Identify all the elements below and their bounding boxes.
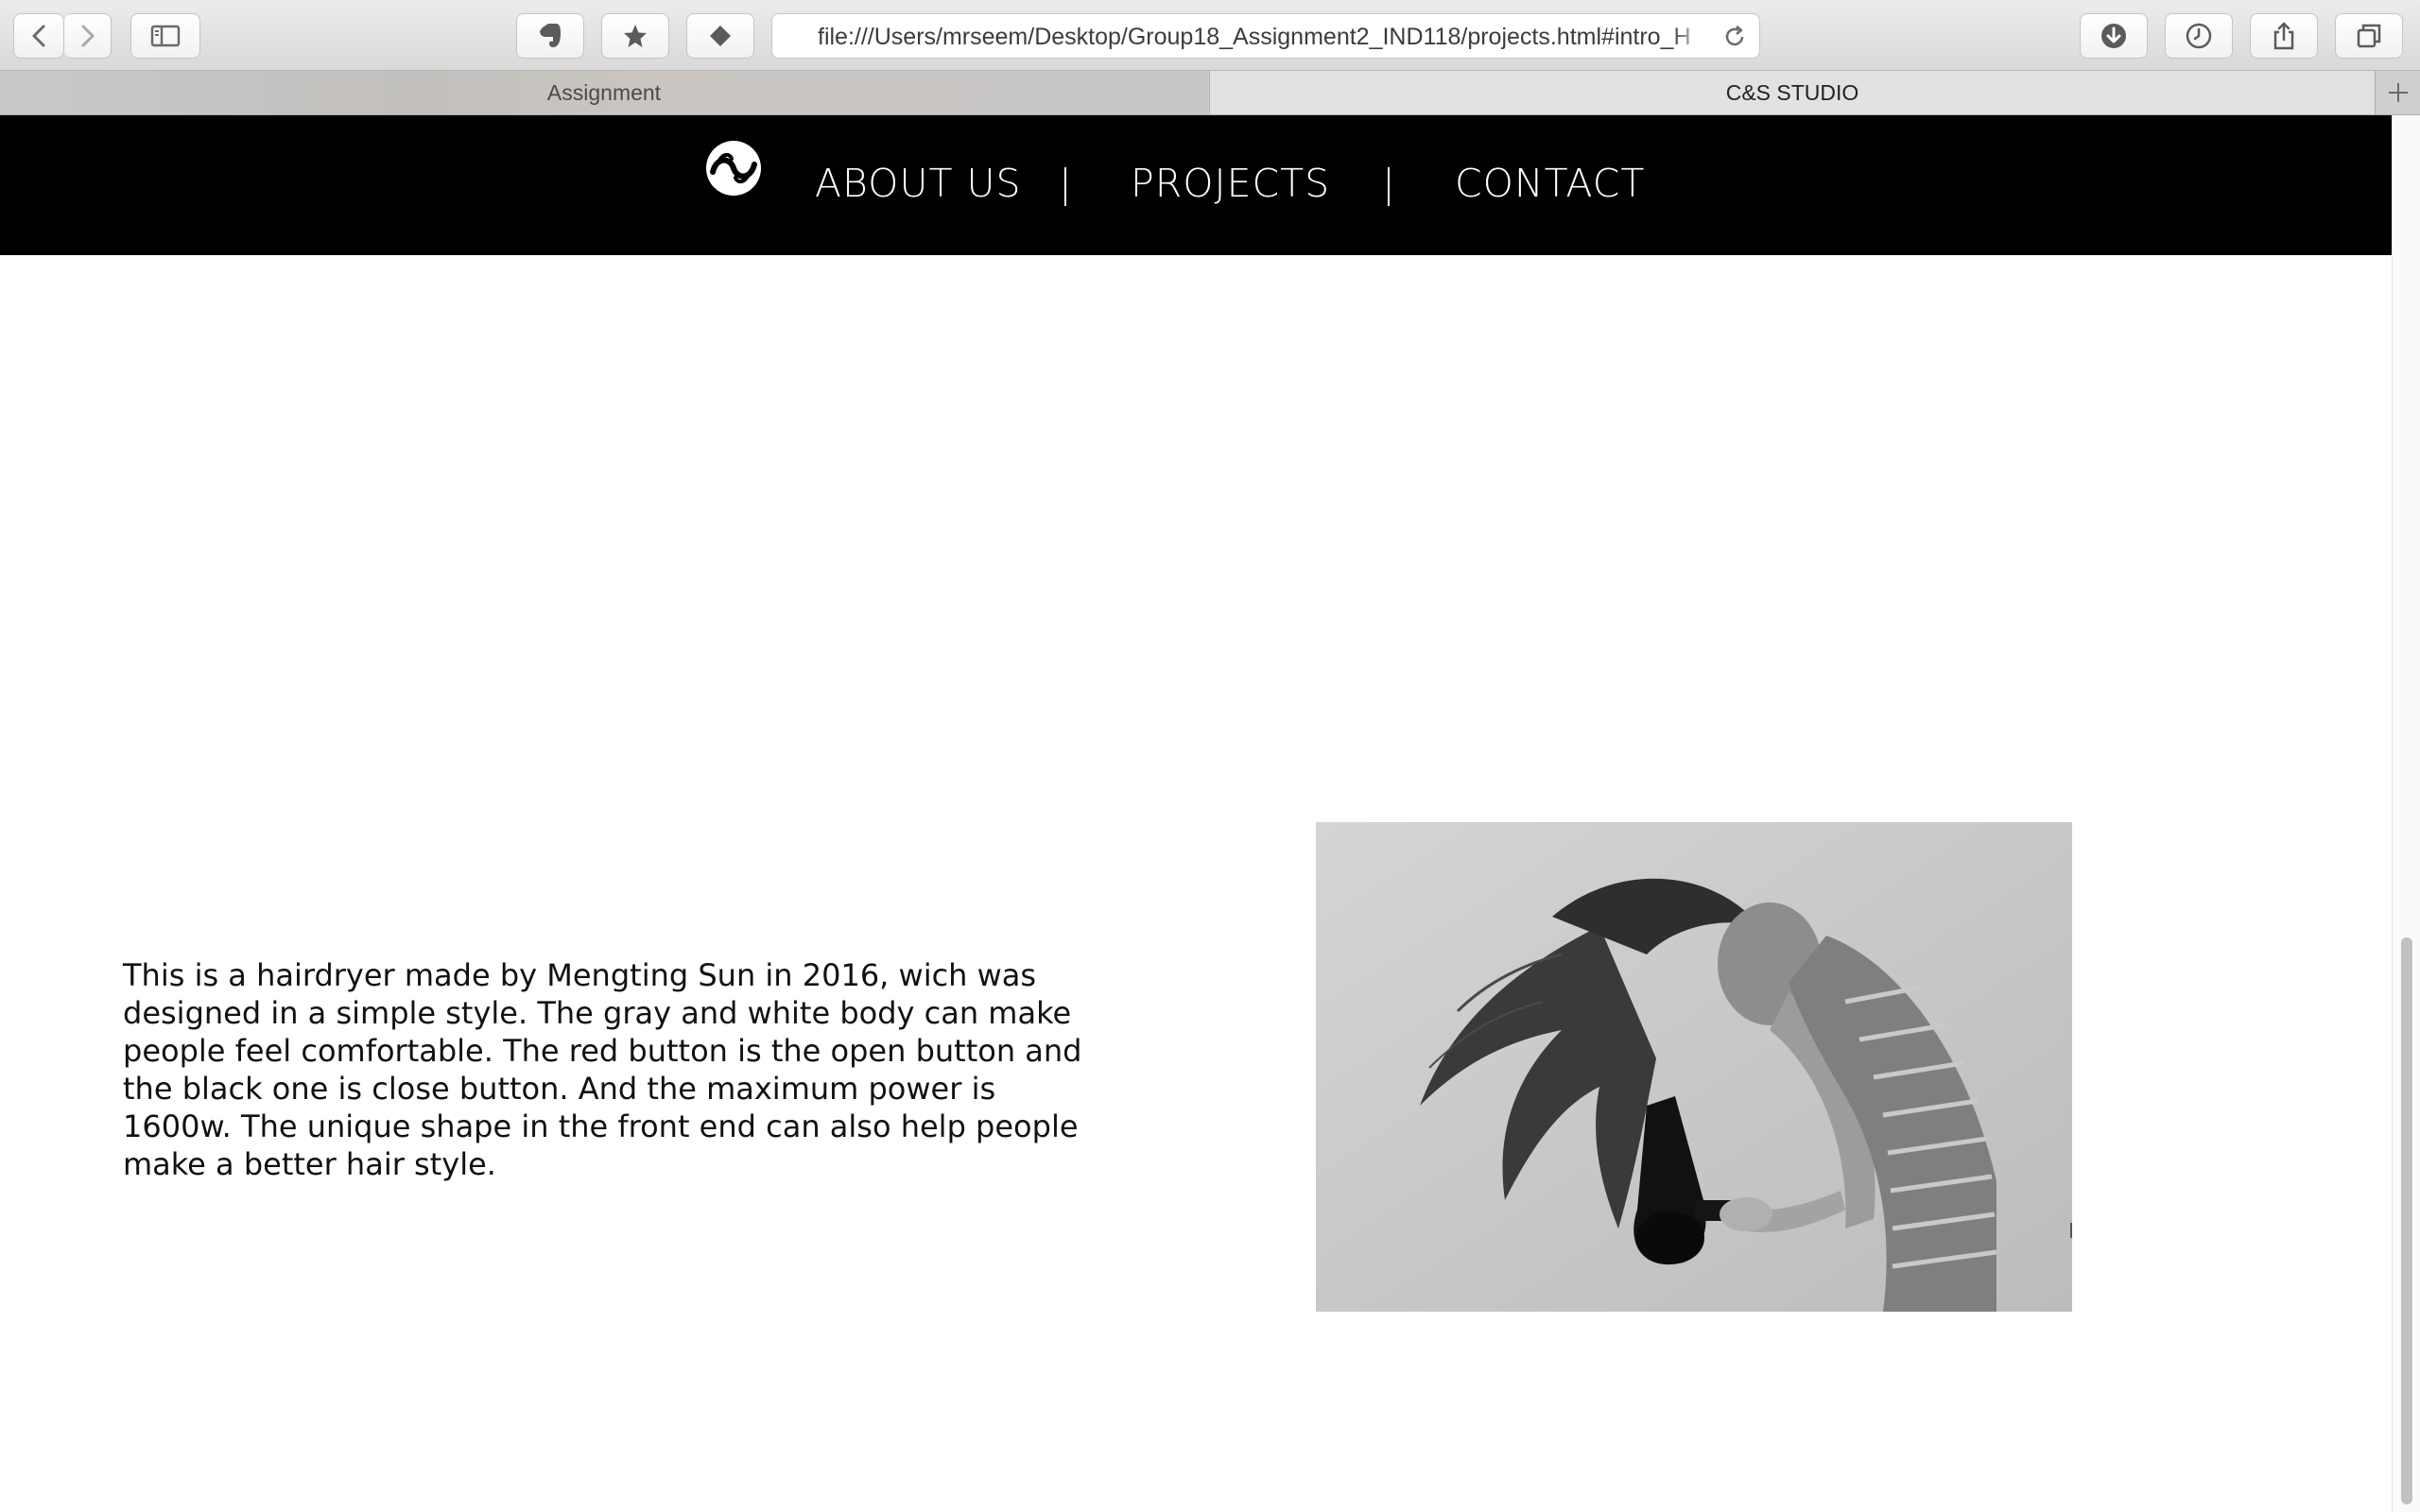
scrollbar-thumb[interactable]: [2401, 937, 2412, 1504]
star-icon: [624, 25, 647, 47]
history-button[interactable]: [2165, 13, 2233, 59]
plus-icon: [2389, 83, 2408, 102]
nav-separator: |: [1382, 161, 1396, 206]
nav-separator: |: [1059, 161, 1073, 206]
sidebar-button[interactable]: [130, 13, 200, 59]
evernote-extension-button[interactable]: [516, 13, 584, 59]
web-page: ABOUT US | PROJECTS | CONTACT This is a …: [0, 115, 2392, 1512]
tab-bar: Assignment C&S STUDIO: [0, 70, 2420, 115]
nav-projects-link[interactable]: PROJECTS: [1131, 157, 1330, 210]
nav-contact-link[interactable]: CONTACT: [1455, 157, 1645, 210]
tabs-overview-icon: [2357, 24, 2381, 48]
reload-icon[interactable]: [1721, 24, 1748, 50]
site-navigation: ABOUT US | PROJECTS | CONTACT: [0, 115, 2392, 255]
project-description: This is a hairdryer made by Mengting Sun…: [123, 957, 1082, 1182]
sidebar-icon: [150, 25, 181, 47]
browser-toolbar: file:///Users/mrseem/Desktop/Group18_Ass…: [0, 0, 2420, 70]
nav-about-us-link[interactable]: ABOUT US: [815, 157, 1022, 210]
tab-label: Assignment: [546, 79, 662, 105]
share-button[interactable]: [2250, 13, 2318, 59]
diamond-icon: [710, 26, 731, 46]
evernote-icon: [540, 24, 561, 47]
tab-cs-studio[interactable]: C&S STUDIO: [1209, 71, 2376, 114]
address-bar[interactable]: file:///Users/mrseem/Desktop/Group18_Ass…: [771, 13, 1760, 59]
back-button[interactable]: [13, 13, 64, 59]
pocket-button[interactable]: [686, 13, 754, 59]
share-icon: [2273, 22, 2294, 50]
download-icon: [2101, 24, 2126, 48]
woman-drying-hair-image: [1316, 822, 2072, 1312]
forward-button[interactable]: [64, 13, 112, 59]
downloads-button[interactable]: [2080, 13, 2148, 59]
clock-icon: [2186, 23, 2212, 49]
chevron-right-icon: [81, 25, 94, 47]
new-tab-button[interactable]: [2377, 71, 2420, 114]
hairdryer-photo: [1316, 822, 2072, 1312]
url-text[interactable]: file:///Users/mrseem/Desktop/Group18_Ass…: [818, 24, 1706, 50]
tabs-overview-button[interactable]: [2335, 13, 2403, 59]
chevron-left-icon: [32, 25, 45, 47]
studio-logo-icon[interactable]: [705, 140, 762, 197]
text-cursor: [2070, 1223, 2072, 1238]
tab-assignment[interactable]: Assignment: [0, 71, 1208, 114]
bookmark-button[interactable]: [601, 13, 669, 59]
page-scrollbar[interactable]: [2392, 115, 2420, 1512]
tab-label: C&S STUDIO: [1725, 79, 1859, 105]
